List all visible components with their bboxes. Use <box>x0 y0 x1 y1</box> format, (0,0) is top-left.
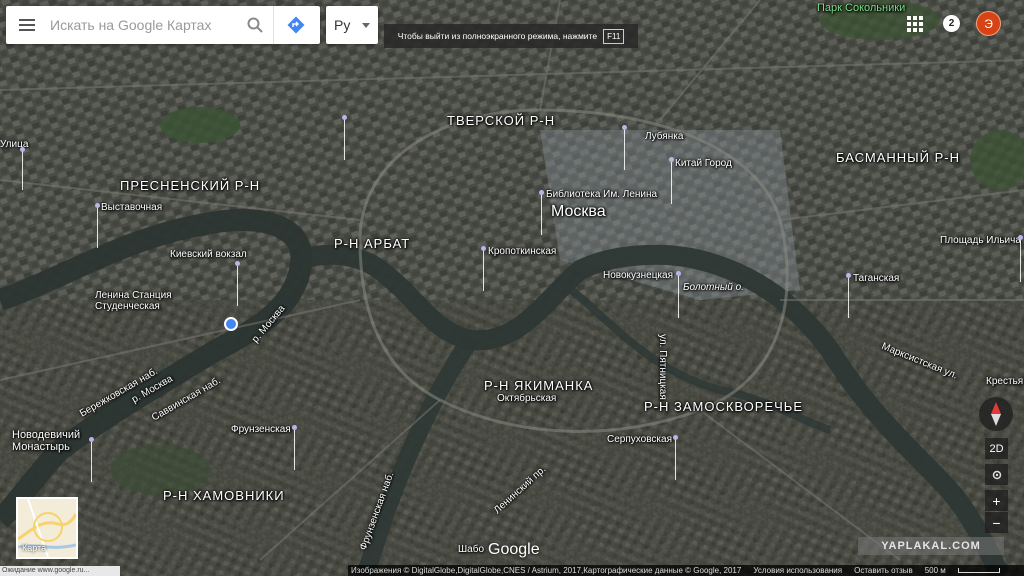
language-value: Ру <box>334 17 351 33</box>
attribution-text: Изображения © DigitalGlobe,DigitalGlobe,… <box>351 566 742 575</box>
scale-bar <box>957 568 1000 573</box>
place-pin <box>539 190 544 235</box>
place-label[interactable]: Лубянка <box>645 131 683 142</box>
chevron-down-icon <box>362 22 370 28</box>
place-label[interactable]: Крестья <box>986 376 1023 387</box>
language-select[interactable]: Ру <box>326 6 378 44</box>
compass-icon[interactable] <box>979 397 1013 431</box>
location-target-icon <box>992 470 1001 479</box>
place-label[interactable]: Таганская <box>853 273 899 284</box>
place-pin <box>622 125 627 170</box>
place-label: Болотный о. <box>683 282 744 293</box>
place-label[interactable]: Выставочная <box>101 202 162 213</box>
place-label: Шабо <box>458 544 485 555</box>
search-input[interactable] <box>48 9 237 41</box>
directions-icon[interactable] <box>273 6 318 44</box>
place-pin <box>89 437 94 482</box>
place-pin <box>95 203 100 248</box>
place-label[interactable]: Ленина Станция Студенческая <box>95 290 175 312</box>
apps-grid-icon[interactable] <box>907 16 923 32</box>
tilt-2d-button[interactable]: 2D <box>985 438 1008 459</box>
feedback-link[interactable]: Оставить отзыв <box>854 566 913 575</box>
place-label[interactable]: Кропоткинская <box>488 246 556 257</box>
city-label: Москва <box>551 203 606 220</box>
district-label: Р-Н ЯКИМАНКА <box>484 378 594 393</box>
search-icon[interactable] <box>237 6 273 44</box>
zoom-in-button[interactable]: + <box>985 490 1008 511</box>
place-pin <box>1018 235 1023 282</box>
place-label[interactable]: Библиотека Им. Ленина <box>546 189 657 200</box>
district-label: Р-Н ХАМОВНИКИ <box>163 488 285 503</box>
place-label[interactable]: Серпуховская <box>607 434 672 445</box>
district-label: Р-Н АРБАТ <box>334 236 411 251</box>
park-label: Парк Сокольники <box>817 2 906 14</box>
status-url: Ожидание www.google.ru... <box>0 566 120 576</box>
place-label[interactable]: Площадь Ильича <box>940 235 1021 246</box>
district-label: БАСМАННЫЙ Р-Н <box>836 150 961 165</box>
place-pin <box>20 147 25 190</box>
district-label: Р-Н ЗАМОСКВОРЕЧЬЕ <box>644 399 803 414</box>
fullscreen-text: Чтобы выйти из полноэкранного режима, на… <box>397 31 598 41</box>
place-pin <box>669 157 674 204</box>
terms-link[interactable]: Условия использования <box>753 566 842 575</box>
place-label[interactable]: Октябрьская <box>497 393 556 404</box>
place-label[interactable]: Китай Город <box>675 158 732 169</box>
place-label[interactable]: Новокузнецкая <box>603 270 673 281</box>
fullscreen-banner: Чтобы выйти из полноэкранного режима, на… <box>384 24 638 48</box>
menu-icon[interactable] <box>6 6 48 44</box>
place-label[interactable]: Фрунзенская <box>231 424 291 435</box>
footer-bar: Изображения © DigitalGlobe,DigitalGlobe,… <box>348 565 1024 576</box>
place-pin <box>673 435 678 480</box>
place-label[interactable]: Новодевичий Монастырь <box>12 429 86 453</box>
district-label: ТВЕРСКОЙ Р-Н <box>447 113 556 128</box>
minimap-label: Карта <box>22 543 47 553</box>
fullscreen-key: F11 <box>603 28 625 44</box>
google-logo: Google <box>488 541 540 558</box>
my-location-marker[interactable] <box>224 317 238 331</box>
notifications-badge[interactable]: 2 <box>943 15 960 32</box>
street-label: ул. Пятницкая <box>657 334 668 400</box>
search-box <box>6 6 320 44</box>
place-label[interactable]: Киевский вокзал <box>170 249 247 260</box>
my-location-button[interactable] <box>985 464 1008 485</box>
map-layer-toggle[interactable]: Карта <box>16 497 78 559</box>
zoom-out-button[interactable]: − <box>985 512 1008 533</box>
watermark: YAPLAKAL.COM <box>858 537 1004 555</box>
place-pin <box>676 271 681 318</box>
scale-label[interactable]: 500 м <box>925 566 946 575</box>
district-label: ПРЕСНЕНСКИЙ Р-Н <box>120 178 261 193</box>
place-pin <box>846 273 851 318</box>
avatar[interactable]: Э <box>976 11 1001 36</box>
place-pin <box>342 115 347 160</box>
place-pin <box>292 425 297 470</box>
place-pin <box>235 261 240 306</box>
place-pin <box>481 246 486 291</box>
